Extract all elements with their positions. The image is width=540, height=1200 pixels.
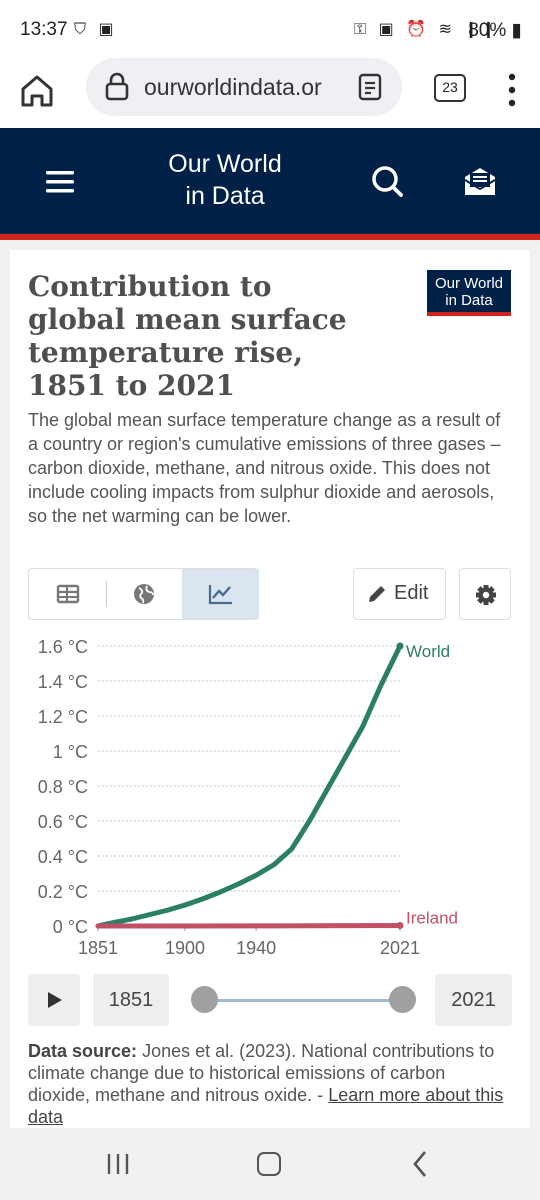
chart-card: Contribution to global mean surface temp… (10, 250, 530, 1130)
site-header: Our World in Data (0, 128, 540, 234)
tab-map[interactable] (106, 569, 183, 619)
lock-icon (105, 72, 129, 101)
series-endpoint-world (396, 642, 404, 650)
data-source: Data source: Jones et al. (2023). Nation… (28, 1040, 508, 1128)
timeline-controls: 1851 2021 (28, 974, 512, 1028)
status-time: 13:37 (20, 19, 68, 40)
x-tick-label: 1851 (78, 938, 118, 958)
timeline-end-handle[interactable] (388, 986, 416, 1013)
data-source-label: Data source: (28, 1041, 138, 1061)
globe-icon (134, 584, 154, 604)
view-tabs (28, 568, 259, 620)
y-tick-label: 0.8 °C (38, 777, 88, 797)
tabs-icon[interactable]: 23 (434, 74, 466, 102)
play-icon (48, 992, 62, 1008)
reader-mode-icon[interactable] (358, 73, 382, 101)
x-tick-label: 1900 (165, 938, 205, 958)
y-tick-label: 1.6 °C (38, 637, 88, 657)
x-tick-label: 2021 (380, 938, 420, 958)
status-bar: 13:37 ⛉ ▣ ⚿ ▣ ⏰ ≋ ❙❙ 80% ▮ (0, 0, 540, 58)
battery-level: 80% ▮ (468, 19, 522, 42)
hamburger-menu-icon[interactable] (46, 170, 74, 194)
notification-icons: ⛉ ▣ (74, 21, 118, 38)
tab-table[interactable] (29, 569, 106, 619)
home-nav-icon[interactable] (257, 1152, 281, 1176)
pencil-icon (369, 586, 385, 602)
settings-button[interactable] (459, 568, 511, 620)
start-year-label[interactable]: 1851 (93, 974, 169, 1026)
play-button[interactable] (28, 974, 80, 1026)
more-vert-icon[interactable] (502, 70, 522, 110)
chart-subtitle: The global mean surface temperature chan… (28, 410, 501, 526)
y-tick-label: 1.4 °C (38, 672, 88, 692)
site-brand[interactable]: Our World in Data (150, 148, 300, 212)
owid-logo[interactable]: Our World in Data (427, 270, 511, 316)
series-label-ireland: Ireland (406, 908, 458, 927)
y-tick-label: 0 °C (53, 917, 88, 937)
brand-line-1: Our World (168, 150, 282, 178)
back-icon[interactable] (412, 1150, 428, 1178)
series-line-ireland (95, 922, 403, 929)
timeline-start-handle[interactable] (190, 986, 218, 1013)
gear-icon (476, 585, 496, 605)
x-tick-label: 1940 (236, 938, 276, 958)
tab-count: 23 (442, 79, 458, 95)
line-chart-icon (208, 585, 232, 605)
y-tick-label: 1.2 °C (38, 707, 88, 727)
newsletter-icon[interactable] (462, 164, 498, 198)
line-chart[interactable]: 0 °C 0.2 °C 0.4 °C 0.6 °C 0.8 °C 1 °C 1.2 °C 1.… (10, 620, 530, 970)
system-nav-bar (0, 1128, 540, 1200)
y-tick-label: 0.2 °C (38, 882, 88, 902)
search-icon[interactable] (370, 164, 404, 198)
tab-chart[interactable] (182, 569, 259, 619)
edit-label: Edit (394, 582, 429, 604)
end-year-label[interactable]: 2021 (435, 974, 512, 1026)
y-tick-label: 0.6 °C (38, 812, 88, 832)
logo-line-2: in Data (445, 292, 493, 309)
brand-line-2: in Data (185, 182, 265, 210)
y-tick-label: 0.4 °C (38, 847, 88, 867)
logo-accent-rule (427, 312, 511, 316)
series-label-world: World (406, 642, 450, 661)
header-accent-rule (0, 234, 540, 240)
address-bar[interactable]: ourworldindata.or (86, 58, 402, 116)
url-text[interactable]: ourworldindata.or (144, 74, 342, 101)
edit-button[interactable]: Edit (353, 568, 446, 620)
browser-toolbar: ourworldindata.or 23 (0, 58, 540, 128)
home-icon[interactable] (14, 68, 60, 114)
series-endpoint-ireland (396, 921, 404, 929)
y-tick-label: 1 °C (53, 742, 88, 762)
timeline-track[interactable] (204, 999, 402, 1002)
battery-percent: 80% (468, 20, 507, 41)
table-icon (56, 584, 80, 604)
logo-line-1: Our World (434, 275, 504, 292)
battery-icon: ▮ (511, 20, 522, 41)
chart-title: Contribution to global mean surface temp… (28, 270, 347, 402)
recent-apps-icon[interactable] (106, 1152, 130, 1176)
